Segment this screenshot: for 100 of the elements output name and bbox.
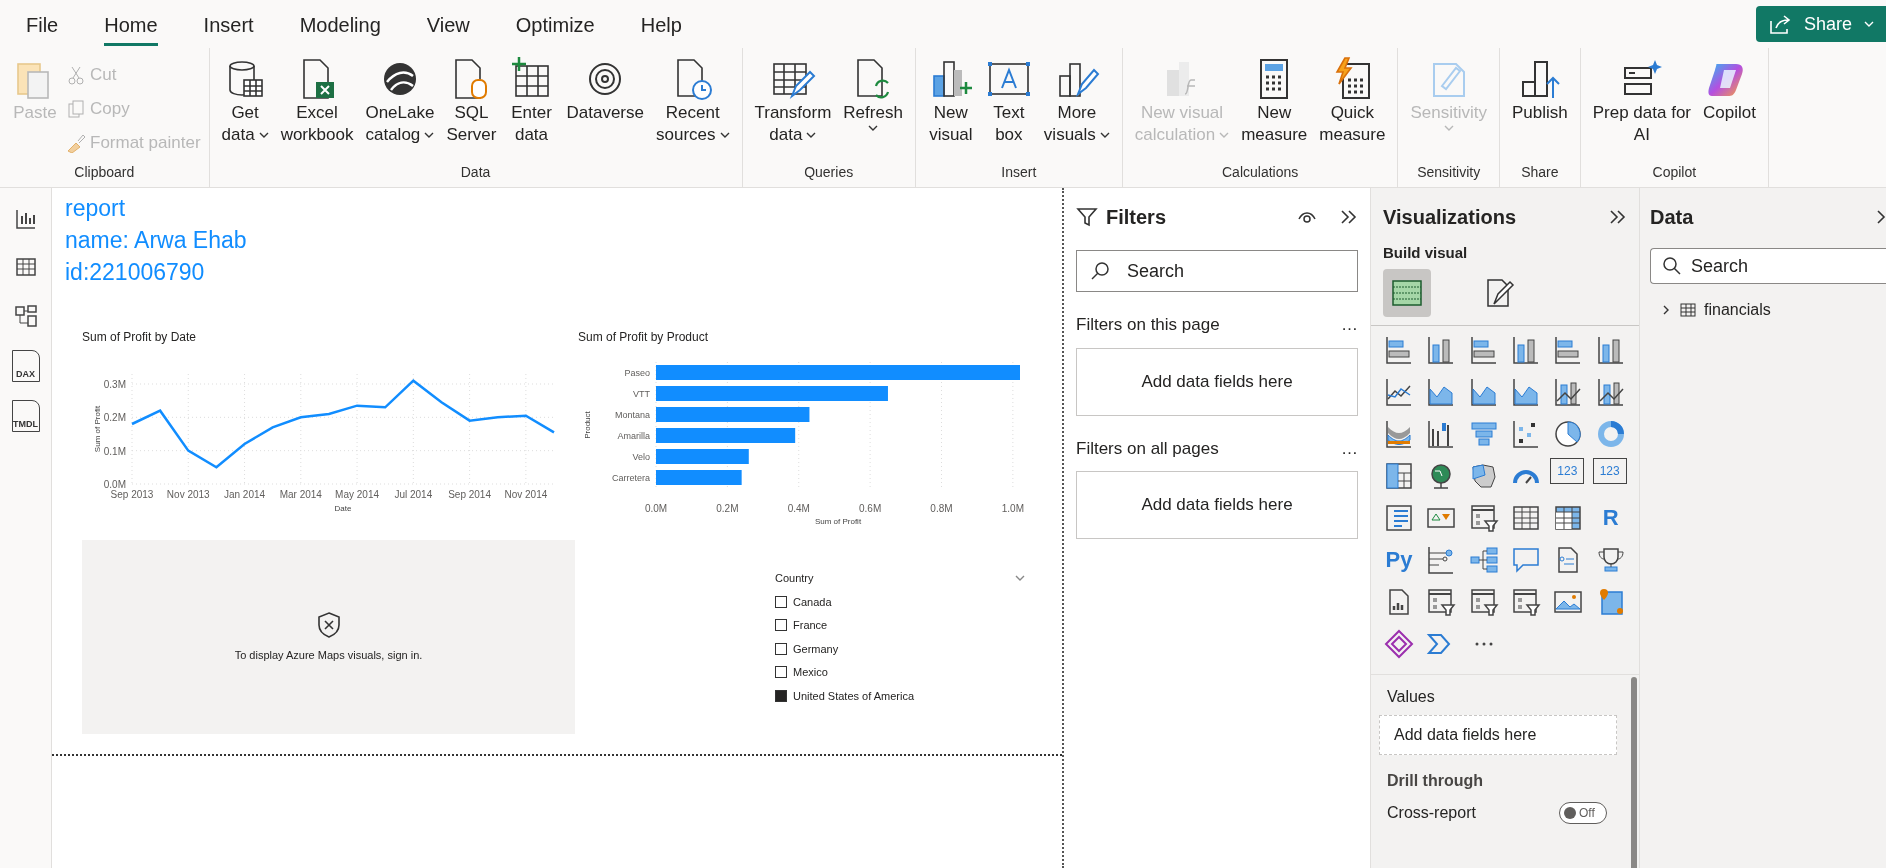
tick-label: Sep 2013	[110, 489, 154, 500]
axis-title: Sum of Profit	[814, 517, 862, 526]
ribbon-button[interactable]: SQL Server	[442, 56, 501, 146]
tick-label: May 2014	[335, 489, 380, 500]
section-title: Build visual	[1382, 243, 1469, 263]
share-button[interactable]: Share	[1755, 6, 1886, 42]
checkbox[interactable]	[775, 642, 787, 655]
ribbon-button[interactable]: Enter data	[504, 56, 559, 146]
ribbon-button[interactable]: Publish	[1507, 56, 1572, 124]
group-label: Calculations	[1222, 163, 1299, 182]
more-button[interactable]: …	[1341, 435, 1358, 461]
drop-zone: Add data fields here	[1076, 347, 1358, 416]
card-icon[interactable]: 123	[1592, 457, 1627, 484]
ribbon-button[interactable]: Transform data	[750, 56, 836, 146]
category-label: VTT	[633, 389, 650, 399]
group-label: Copilot	[1652, 163, 1697, 182]
group-label: Clipboard	[74, 163, 135, 182]
menu-tab[interactable]: Modeling	[299, 2, 381, 46]
toggle-switch[interactable]: Off	[1559, 801, 1607, 824]
section-title: Filters on all pages	[1076, 437, 1219, 460]
ribbon-button[interactable]: New visual	[923, 56, 978, 146]
category-label: Carretera	[612, 473, 650, 483]
model-icon	[13, 304, 38, 328]
checkbox[interactable]	[775, 666, 787, 679]
scissors-icon	[66, 65, 86, 85]
tick-label: Jan 2014	[223, 489, 266, 500]
build-visual-tab[interactable]	[1383, 268, 1431, 317]
card-icon[interactable]: 123	[1550, 457, 1585, 484]
copy-icon	[66, 99, 86, 119]
group-label: Queries	[804, 163, 854, 182]
menu-tab[interactable]: Insert	[203, 2, 254, 46]
shield-x-icon	[315, 610, 342, 639]
checkbox[interactable]	[775, 619, 787, 632]
axis-title: Date	[334, 504, 352, 513]
tick-label: Sep 2014	[448, 489, 491, 500]
section-title: Values	[1386, 686, 1436, 707]
menu-tab[interactable]: Help	[640, 2, 682, 46]
chevron-down-icon	[1864, 20, 1874, 28]
tick-label: 0.3M	[103, 379, 126, 390]
slicer-title: Country	[775, 571, 814, 586]
slicer-item: France	[793, 618, 828, 633]
group-label: Data	[460, 163, 491, 182]
tick-label: Nov 2013	[166, 489, 210, 500]
chart-title: Sum of Profit by Date	[82, 329, 198, 346]
slicer-item: Mexico	[793, 665, 828, 680]
chevron-right-icon[interactable]	[1876, 209, 1886, 225]
ribbon-button[interactable]: OneLake catalog	[361, 56, 439, 146]
menu-tab[interactable]: File	[26, 2, 59, 46]
ribbon-button[interactable]: Copilot	[1699, 56, 1760, 124]
report-heading: name: Arwa Ehab	[65, 226, 248, 255]
tick-label: 0.0M	[103, 479, 126, 490]
menu-tab[interactable]: View	[426, 2, 470, 46]
chevron-down-icon	[1015, 574, 1025, 583]
ribbon-button[interactable]: Recent sources	[651, 56, 734, 146]
pane-title: Visualizations	[1383, 205, 1516, 230]
paintbrush-icon	[66, 133, 86, 153]
ribbon-button[interactable]: Text box	[981, 56, 1036, 146]
category-label: Amarilla	[617, 431, 650, 441]
ribbon-button[interactable]: Get data	[217, 56, 273, 146]
checkbox[interactable]	[775, 595, 787, 608]
checkbox[interactable]	[775, 689, 787, 702]
tick-label: 0.6M	[859, 503, 882, 514]
more-button[interactable]: …	[1341, 312, 1358, 338]
tick-label: Jul 2014	[394, 489, 433, 500]
table-icon	[14, 256, 37, 278]
pane-title: Filters	[1106, 205, 1167, 230]
slicer-item: Canada	[793, 594, 832, 610]
axis-title: Product	[583, 411, 592, 439]
ribbon-button[interactable]: More visuals	[1039, 56, 1114, 146]
category-label: Paseo	[624, 368, 650, 378]
eye-icon[interactable]	[1298, 210, 1316, 224]
ribbon-button[interactable]: Refresh	[839, 56, 907, 132]
ribbon-button[interactable]: Prep data for AI	[1588, 56, 1695, 146]
group-label: Insert	[1001, 163, 1037, 182]
collapse-icon[interactable]	[1340, 209, 1358, 225]
nav-button[interactable]: DAX	[11, 350, 40, 382]
filter-icon	[1076, 206, 1098, 228]
table-icon	[1680, 302, 1696, 318]
bar-chart-icon	[14, 208, 37, 230]
tree-item[interactable]: financials	[1704, 298, 1771, 322]
search-field[interactable]: Search	[1076, 250, 1358, 292]
nav-button[interactable]: TMDL	[11, 400, 40, 432]
axis-title: Sum of Profit	[93, 405, 102, 453]
category-label: Velo	[632, 452, 650, 462]
slicer-item: Germany	[793, 641, 839, 657]
tick-label: 0.2M	[716, 503, 739, 514]
search-icon	[1090, 261, 1110, 281]
menu-tab[interactable]: Optimize	[515, 2, 595, 46]
section-title: Drill through	[1386, 770, 1484, 791]
group-label: Sensitivity	[1417, 163, 1481, 182]
pane-title: Data	[1650, 205, 1694, 230]
ribbon-button[interactable]: New measure	[1237, 56, 1312, 146]
drop-zone: Add data fields here	[1379, 714, 1617, 755]
search-field[interactable]: Search	[1650, 248, 1886, 284]
ribbon-button[interactable]: Quick measure	[1315, 56, 1390, 146]
share-icon	[1767, 13, 1792, 35]
slicer-item: United States of America	[793, 688, 915, 704]
ribbon-button[interactable]: Dataverse	[562, 56, 648, 124]
ribbon-button[interactable]: Excel workbook	[276, 56, 358, 146]
collapse-icon[interactable]	[1609, 209, 1627, 225]
